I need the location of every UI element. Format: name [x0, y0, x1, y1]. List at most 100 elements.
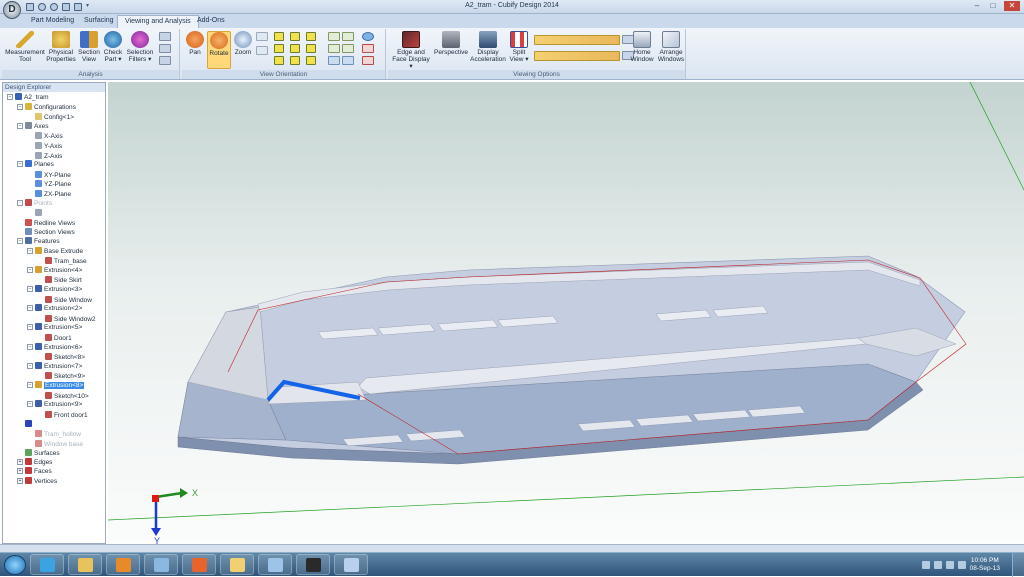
expand-toggle-icon[interactable]: − [27, 266, 33, 273]
taskbar-firefox-button[interactable] [182, 554, 216, 575]
tree-item[interactable]: − Extrusion<5> [27, 323, 82, 332]
zoom-button[interactable]: Zoom [232, 31, 254, 56]
tree-item[interactable]: − Planes [17, 160, 54, 169]
system-clock[interactable]: 10:06 PM 08-Sep-13 [970, 557, 1000, 573]
taskbar-cubify-design-button[interactable] [296, 554, 330, 575]
expand-toggle-icon[interactable]: − [27, 382, 33, 388]
tree-item[interactable]: X-Axis [27, 131, 63, 140]
view-sphere-icon[interactable] [362, 32, 374, 41]
display-style-strip-top[interactable] [534, 35, 620, 45]
tab-surfacing[interactable]: Surfacing [77, 15, 121, 28]
view-tool-icon[interactable] [362, 44, 374, 53]
analysis-option-icon-1[interactable] [159, 32, 171, 41]
tree-item[interactable]: − A2_tram [7, 93, 49, 102]
perspective-button[interactable]: Perspective [434, 31, 468, 56]
section-view-button[interactable]: Section View [77, 31, 101, 63]
view-left-icon[interactable] [274, 56, 284, 65]
edge-and-face-display-button[interactable]: Edge and Face Display ▾ [390, 31, 432, 70]
app-menu-button[interactable]: D [3, 1, 21, 19]
expand-toggle-icon[interactable]: − [27, 305, 33, 312]
taskbar-file-explorer-button[interactable] [68, 554, 102, 575]
tree-item[interactable] [17, 419, 34, 428]
tree-item[interactable]: Window base [27, 439, 83, 448]
tree-item[interactable]: Tram_base [37, 256, 87, 265]
split-view-button[interactable]: Split View ▾ [508, 31, 530, 63]
measurement-tool-button[interactable]: Measurement Tool [4, 31, 46, 63]
tree-item[interactable]: Sketch<9> [37, 371, 85, 380]
expand-toggle-icon[interactable]: − [7, 94, 13, 100]
expand-toggle-icon[interactable]: − [27, 401, 33, 408]
tray-power-icon[interactable] [958, 561, 966, 569]
tree-item[interactable]: ZX-Plane [27, 189, 71, 198]
pan-button[interactable]: Pan [184, 31, 206, 56]
view-right-icon[interactable] [290, 32, 300, 41]
show-desktop-button[interactable] [1012, 553, 1024, 577]
tree-item[interactable]: Side Window2 [37, 314, 96, 323]
tree-item[interactable]: − Extrusion<2> [27, 304, 82, 313]
tree-item[interactable]: Y-Axis [27, 141, 62, 150]
tab-part-modeling[interactable]: Part Modeling [24, 15, 81, 28]
expand-toggle-icon[interactable]: + [17, 458, 23, 465]
tree-item[interactable]: − Axes [17, 121, 48, 131]
view-front-icon[interactable] [274, 32, 284, 41]
expand-toggle-icon[interactable]: − [17, 161, 23, 168]
taskbar-media-player-button[interactable] [106, 554, 140, 575]
physical-properties-button[interactable]: Physical Properties [46, 31, 76, 63]
rotate-left-icon[interactable] [328, 32, 340, 41]
tree-item[interactable]: Sketch<10> [37, 391, 89, 400]
tree-item[interactable]: Side Skirt [37, 275, 82, 284]
view-iso-icon[interactable] [306, 32, 316, 41]
check-part-button[interactable]: Check Part ▾ [102, 31, 124, 63]
view-back-icon[interactable] [274, 44, 284, 53]
tree-item[interactable]: − Extrusion<8> [27, 381, 85, 390]
tree-item[interactable]: − Extrusion<3> [27, 285, 82, 294]
expand-toggle-icon[interactable]: − [17, 199, 23, 206]
tab-viewing-and-analysis[interactable]: Viewing and Analysis [117, 15, 199, 28]
tray-network-icon[interactable] [934, 561, 942, 569]
expand-toggle-icon[interactable]: − [27, 362, 33, 369]
tree-item[interactable]: − Features [17, 237, 60, 246]
selection-filters-button[interactable]: Selection Filters ▾ [124, 31, 156, 63]
expand-toggle-icon[interactable]: − [27, 324, 33, 331]
tree-item[interactable]: + Faces [17, 467, 52, 476]
view-dimetric-icon[interactable] [306, 44, 316, 53]
zoom-window-icon[interactable] [256, 32, 268, 41]
tree-item[interactable]: + Edges [17, 457, 52, 467]
expand-toggle-icon[interactable]: − [27, 343, 33, 350]
tram-model-view[interactable]: X Y [107, 81, 1024, 546]
view-trimetric-icon[interactable] [306, 56, 316, 65]
close-button[interactable]: ✕ [1004, 1, 1020, 11]
expand-toggle-icon[interactable]: − [17, 238, 23, 244]
expand-toggle-icon[interactable]: − [17, 103, 23, 110]
tray-flag-icon[interactable] [922, 561, 930, 569]
expand-toggle-icon[interactable]: − [17, 122, 23, 129]
graphics-viewport[interactable]: X Y [107, 81, 1024, 546]
view-bottom-icon[interactable] [290, 56, 300, 65]
tree-item[interactable]: − Extrusion<7> [27, 361, 82, 371]
rotate-up-icon[interactable] [328, 44, 340, 53]
tree-item[interactable]: Section Views [17, 227, 75, 236]
tree-item[interactable]: − Extrusion<6> [27, 342, 82, 352]
tree-item[interactable]: YZ-Plane [27, 179, 71, 188]
taskbar-internet-explorer-button[interactable] [30, 554, 64, 575]
tray-volume-icon[interactable] [946, 561, 954, 569]
minimize-button[interactable]: – [970, 1, 984, 11]
tree-item[interactable]: Surfaces [17, 448, 60, 457]
view-clear-icon[interactable] [362, 56, 374, 65]
tree-item[interactable] [27, 208, 44, 217]
expand-toggle-icon[interactable]: − [27, 286, 33, 292]
tree-item[interactable]: − Configurations [17, 102, 76, 112]
next-view-icon[interactable] [342, 56, 354, 65]
taskbar-app-window-button[interactable] [144, 554, 178, 575]
taskbar-network-button[interactable] [258, 554, 292, 575]
tree-item[interactable]: − Extrusion<4> [27, 265, 82, 275]
tree-item[interactable]: Door1 [37, 333, 72, 342]
rotate-right-icon[interactable] [342, 32, 354, 41]
tree-item[interactable]: Z-Axis [27, 151, 62, 160]
taskbar-editor-button[interactable] [334, 554, 368, 575]
maximize-button[interactable]: □ [986, 1, 1000, 11]
tree-item[interactable]: − Extrusion<9> [27, 400, 82, 409]
home-window-button[interactable]: Home Window [628, 31, 656, 63]
tree-item[interactable]: Tram_hollow [27, 429, 81, 438]
rotate-button[interactable]: Rotate [207, 31, 231, 69]
